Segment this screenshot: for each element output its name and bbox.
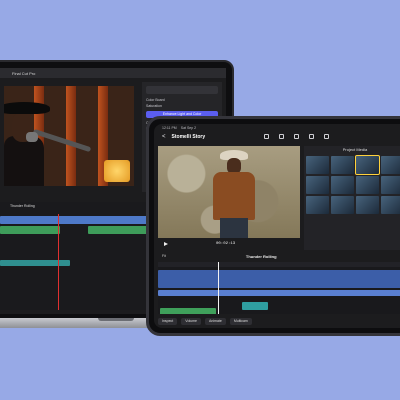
video-clip[interactable] bbox=[0, 216, 150, 224]
viewer-controls: 00:02:13 bbox=[158, 240, 300, 248]
status-date: Sat Sep 2 bbox=[180, 126, 197, 130]
audio-clip[interactable] bbox=[88, 226, 148, 234]
curtain bbox=[66, 86, 76, 186]
inspector-label: Saturation bbox=[146, 104, 162, 108]
macbook-notch bbox=[98, 318, 134, 321]
music-clip[interactable] bbox=[0, 260, 70, 266]
video-clip[interactable] bbox=[158, 290, 400, 296]
volume-button[interactable]: Volume bbox=[181, 317, 201, 325]
media-browser: Project Media bbox=[304, 146, 400, 250]
share-icon[interactable] bbox=[294, 134, 299, 139]
animate-button[interactable]: Animate bbox=[204, 317, 226, 325]
performer-body bbox=[4, 136, 44, 186]
media-thumbnail[interactable] bbox=[306, 196, 329, 214]
subject-pants bbox=[220, 218, 248, 238]
timeline-title: Thunder Rolling bbox=[245, 253, 277, 259]
play-icon[interactable] bbox=[164, 242, 168, 246]
gear-icon[interactable] bbox=[324, 134, 329, 139]
ipad-status-bar: 12:11 PM Sat Sep 2 bbox=[154, 124, 400, 132]
camera-icon[interactable] bbox=[264, 134, 269, 139]
media-thumbnail[interactable] bbox=[381, 196, 400, 214]
media-thumbnail[interactable] bbox=[355, 155, 380, 175]
back-button[interactable]: < bbox=[162, 134, 166, 140]
timeline-header: Fit Thunder Rolling bbox=[158, 252, 400, 260]
audio-clip[interactable] bbox=[0, 226, 60, 234]
media-thumbnail[interactable] bbox=[356, 176, 379, 194]
project-title: Stomelli Story bbox=[171, 134, 206, 140]
mac-timeline-title: Thunder Rolling bbox=[10, 204, 35, 208]
lamp bbox=[104, 160, 130, 182]
ipad-screen: 12:11 PM Sat Sep 2 < Stomelli Story 00:0… bbox=[154, 124, 400, 328]
media-thumbnail[interactable] bbox=[331, 176, 354, 194]
mic-icon[interactable] bbox=[309, 134, 314, 139]
inspect-button[interactable]: Inspect bbox=[158, 317, 178, 325]
ipad-viewer[interactable] bbox=[158, 146, 300, 238]
ipad: 12:11 PM Sat Sep 2 < Stomelli Story 00:0… bbox=[146, 116, 400, 336]
mac-menubar-label: Final Cut Pro bbox=[12, 70, 36, 76]
inspector-tabs[interactable] bbox=[146, 86, 218, 94]
audio-clip[interactable] bbox=[160, 308, 216, 314]
ipad-timeline[interactable] bbox=[158, 262, 400, 314]
performer-hat bbox=[4, 102, 50, 114]
microphone-icon bbox=[26, 132, 38, 142]
import-icon[interactable] bbox=[279, 134, 284, 139]
status-time: 12:11 PM bbox=[162, 126, 177, 130]
ipad-bottom-bar: Inspect Volume Animate Multicam bbox=[158, 316, 400, 326]
multicam-button[interactable]: Multicam bbox=[229, 317, 252, 325]
subject-jacket bbox=[213, 172, 255, 220]
media-thumbnail[interactable] bbox=[306, 176, 329, 194]
timeline-ruler[interactable] bbox=[158, 262, 400, 267]
timeline-fit-badge[interactable]: Fit bbox=[162, 254, 166, 258]
media-thumbnail[interactable] bbox=[331, 196, 354, 214]
mac-viewer[interactable] bbox=[4, 86, 134, 186]
mac-playhead[interactable] bbox=[58, 214, 59, 310]
ipad-playhead[interactable] bbox=[218, 262, 219, 314]
media-thumbnails bbox=[304, 154, 400, 216]
media-thumbnail[interactable] bbox=[331, 156, 354, 174]
media-thumbnail[interactable] bbox=[381, 176, 400, 194]
timecode: 00:02:13 bbox=[216, 242, 236, 246]
media-thumbnail[interactable] bbox=[306, 156, 329, 174]
video-clip[interactable] bbox=[158, 270, 400, 288]
media-browser-title: Project Media bbox=[342, 147, 368, 152]
toolbar-icons bbox=[264, 134, 329, 139]
title-clip[interactable] bbox=[242, 302, 268, 310]
mac-menubar: Final Cut Pro bbox=[0, 68, 226, 78]
media-thumbnail[interactable] bbox=[356, 196, 379, 214]
media-thumbnail[interactable] bbox=[381, 156, 400, 174]
